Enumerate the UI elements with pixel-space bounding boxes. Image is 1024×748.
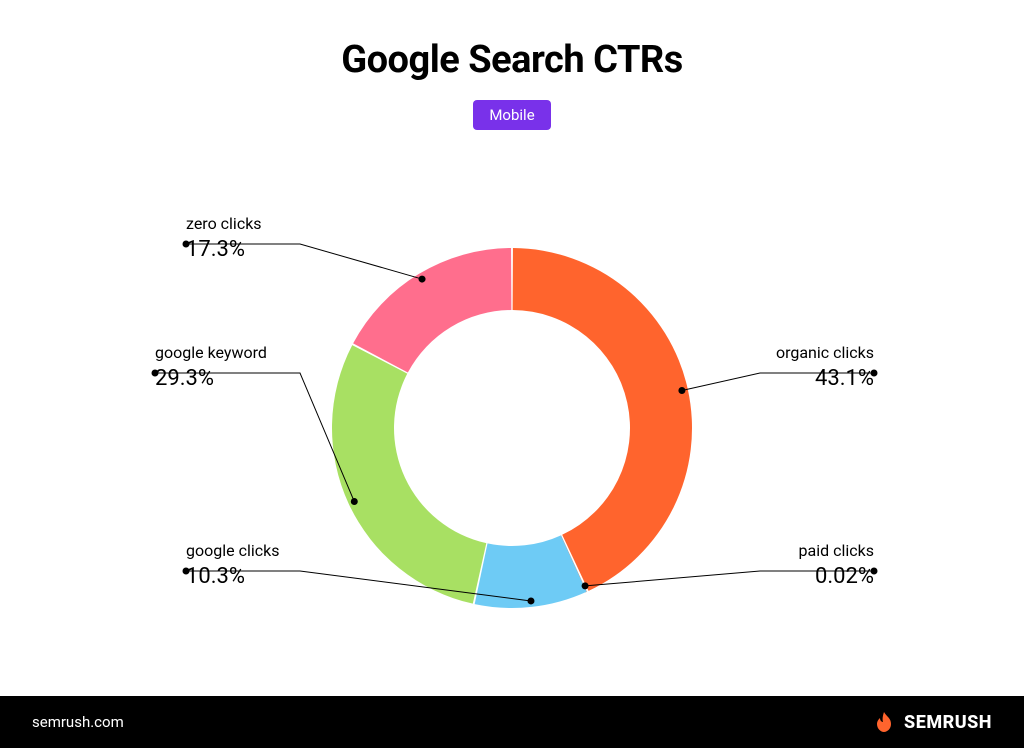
leader-dot <box>351 498 358 505</box>
brand-fire-icon <box>872 710 896 734</box>
label-paid-value: 0.02% <box>799 564 874 589</box>
label-organic: organic clicks 43.1% <box>776 343 874 391</box>
label-zero-value: 17.3% <box>186 237 262 262</box>
donut-chart: organic clicks 43.1% paid clicks 0.02% g… <box>0 178 1024 678</box>
segment-badge: Mobile <box>473 100 550 130</box>
label-organic-value: 43.1% <box>776 366 874 391</box>
brand-logo: SEMRUSH <box>872 710 992 734</box>
label-gclicks: google clicks 10.3% <box>186 541 279 589</box>
leader-dot <box>419 276 426 283</box>
donut-slice <box>513 248 692 591</box>
donut-slice <box>332 345 486 604</box>
leader-dot <box>678 387 685 394</box>
label-organic-name: organic clicks <box>776 343 874 362</box>
donut-slice <box>353 248 511 373</box>
footer-bar: semrush.com SEMRUSH <box>0 696 1024 748</box>
label-gclicks-name: google clicks <box>186 541 279 560</box>
label-zero: zero clicks 17.3% <box>186 214 262 262</box>
brand-name-text: SEMRUSH <box>904 712 992 733</box>
leader-dot <box>582 582 589 589</box>
label-paid-name: paid clicks <box>799 541 874 560</box>
footer-site-text: semrush.com <box>32 713 124 731</box>
leader-line <box>155 373 354 502</box>
chart-title: Google Search CTRs <box>0 38 1024 82</box>
label-paid: paid clicks 0.02% <box>799 541 874 589</box>
label-gkeyword: google keyword 29.3% <box>155 343 267 391</box>
label-gclicks-value: 10.3% <box>186 564 279 589</box>
label-zero-name: zero clicks <box>186 214 262 233</box>
label-gkeyword-name: google keyword <box>155 343 267 362</box>
label-gkeyword-value: 29.3% <box>155 366 267 391</box>
leader-dot <box>527 597 534 604</box>
